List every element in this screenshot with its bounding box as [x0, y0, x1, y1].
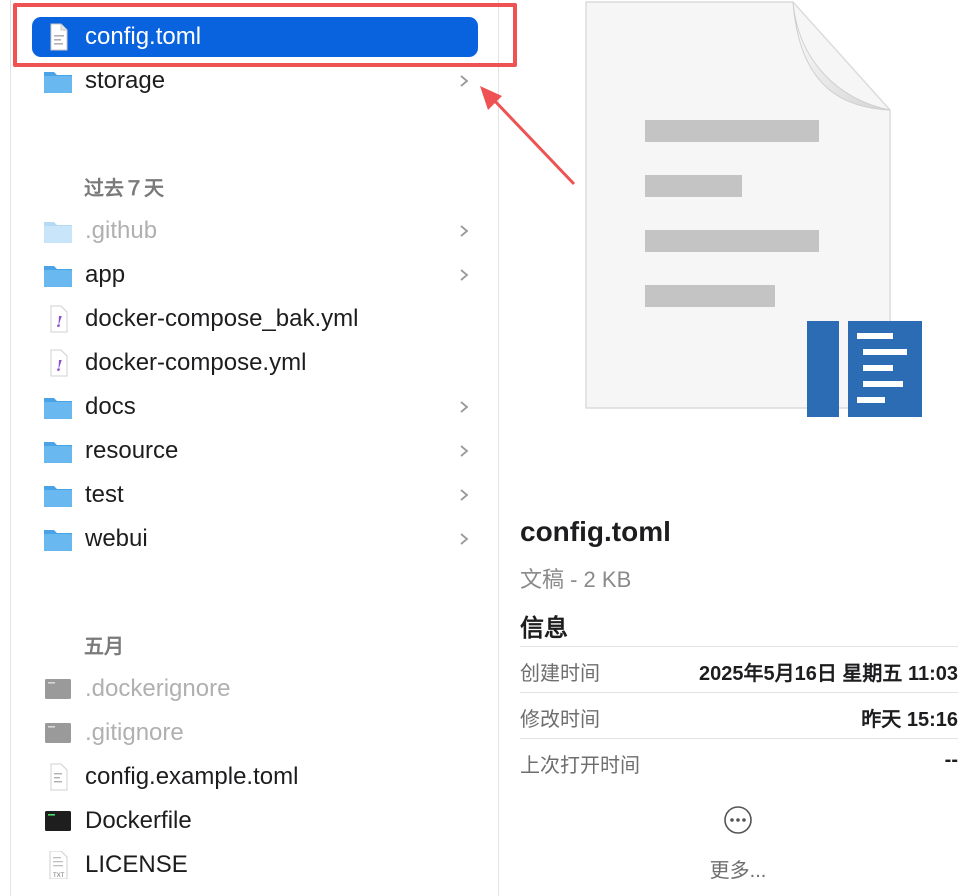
annotation-highlight-box	[13, 3, 517, 67]
document-preview-icon	[585, 1, 922, 417]
terminal-file-icon	[45, 811, 71, 831]
section-header-last-7-days: 过去７天	[84, 178, 164, 200]
list-item-docker-compose-bak[interactable]: ! docker-compose_bak.yml	[32, 299, 478, 339]
folder-name: resource	[85, 437, 179, 464]
exec-file-icon	[45, 723, 71, 743]
text-file-icon	[50, 763, 68, 791]
list-item-docker-compose[interactable]: ! docker-compose.yml	[32, 343, 478, 383]
folder-icon	[44, 442, 72, 463]
list-item-dockerfile[interactable]: Dockerfile	[32, 801, 478, 841]
folder-icon	[44, 72, 72, 93]
info-value: 2025年5月16日 星期五 11:03	[698, 663, 958, 685]
list-item-gitignore[interactable]: .gitignore	[32, 713, 478, 753]
list-item-test[interactable]: test	[32, 475, 478, 515]
chevron-right-icon	[460, 225, 469, 237]
folder-icon	[44, 530, 72, 551]
info-row-created: 创建时间 2025年5月16日 星期五 11:03	[520, 646, 958, 693]
info-value: --	[944, 749, 958, 771]
file-name: config.example.toml	[85, 763, 299, 790]
folder-name: test	[85, 481, 124, 508]
list-item-app[interactable]: app	[32, 255, 478, 295]
info-label: 创建时间	[520, 663, 600, 685]
preview-file-name: config.toml	[520, 516, 671, 547]
info-label: 上次打开时间	[520, 755, 640, 777]
chevron-right-icon	[460, 401, 469, 413]
chevron-right-icon	[460, 75, 469, 87]
folder-name: .github	[85, 217, 158, 244]
folder-icon	[44, 222, 72, 243]
folder-name: webui	[85, 525, 148, 552]
preview-file-kind-size: 文稿 - 2 KB	[520, 567, 632, 592]
info-value: 昨天 15:16	[861, 709, 958, 731]
info-label: 修改时间	[520, 709, 600, 731]
more-options-label[interactable]: 更多...	[680, 854, 796, 883]
folder-icon	[44, 266, 72, 287]
chevron-right-icon	[460, 533, 469, 545]
svg-text:TXT: TXT	[52, 872, 65, 879]
svg-text:!: !	[56, 357, 63, 375]
yaml-file-icon: !	[50, 305, 68, 333]
list-item-dockerignore[interactable]: .dockerignore	[32, 669, 478, 709]
txt-file-icon: TXT	[49, 851, 68, 879]
info-section-header: 信息	[520, 615, 568, 642]
list-item-license[interactable]: TXT LICENSE	[32, 845, 478, 885]
section-header-may: 五月	[84, 636, 124, 658]
folder-name: app	[85, 261, 126, 288]
more-options-icon[interactable]	[722, 804, 754, 836]
file-name: Dockerfile	[85, 807, 192, 834]
chevron-right-icon	[460, 445, 469, 457]
list-item-config-example[interactable]: config.example.toml	[32, 757, 478, 797]
chevron-right-icon	[460, 489, 469, 501]
sidebar-edge	[10, 0, 11, 896]
file-name: .dockerignore	[85, 675, 231, 702]
list-item-docs[interactable]: docs	[32, 387, 478, 427]
file-name: docker-compose.yml	[85, 349, 307, 376]
yaml-file-icon: !	[50, 349, 68, 377]
info-row-modified: 修改时间 昨天 15:16	[520, 692, 958, 739]
list-item-storage[interactable]: storage	[32, 61, 478, 101]
svg-text:!: !	[56, 313, 63, 331]
file-name: LICENSE	[85, 851, 188, 878]
file-name: docker-compose_bak.yml	[85, 305, 359, 332]
info-row-last-opened: 上次打开时间 --	[520, 738, 958, 785]
annotation-arrow	[480, 86, 576, 186]
file-name: .gitignore	[85, 719, 184, 746]
folder-name: storage	[85, 67, 166, 94]
chevron-right-icon	[460, 269, 469, 281]
list-item-github[interactable]: .github	[32, 211, 478, 251]
list-item-webui[interactable]: webui	[32, 519, 478, 559]
folder-name: docs	[85, 393, 136, 420]
folder-icon	[44, 398, 72, 419]
folder-icon	[44, 486, 72, 507]
list-item-resource[interactable]: resource	[32, 431, 478, 471]
exec-file-icon	[45, 679, 71, 699]
